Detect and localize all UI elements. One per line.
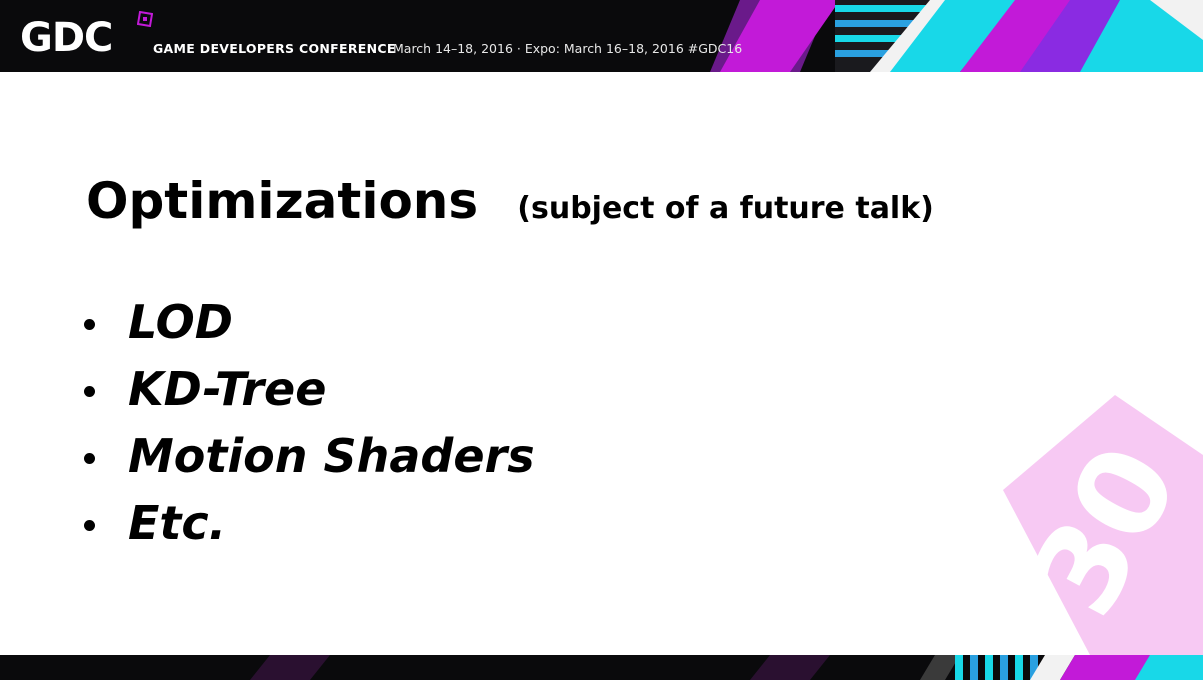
bullet-list: LOD KD-Tree Motion Shaders Etc. xyxy=(84,288,535,556)
gdc-30-watermark-icon: 30 xyxy=(1003,395,1203,655)
conference-name: GAME DEVELOPERS CONFERENCE xyxy=(153,41,396,56)
footer-decoration xyxy=(250,655,1203,680)
header-decoration xyxy=(710,0,1203,72)
bullet-dot-icon xyxy=(84,520,95,531)
bullet-item: Motion Shaders xyxy=(84,422,535,489)
conference-dates: March 14–18, 2016 · Expo: March 16–18, 2… xyxy=(393,41,743,56)
bullet-item: Etc. xyxy=(84,489,535,556)
bullet-text: LOD xyxy=(128,294,233,349)
bullet-dot-icon xyxy=(84,453,95,464)
gdc-badge-icon xyxy=(137,11,153,27)
slide-subtitle: (subject of a future talk) xyxy=(517,191,934,226)
bullet-item: LOD xyxy=(84,288,535,355)
slide: GDC GAME DEVELOPERS CONFERENCE March 14–… xyxy=(0,0,1203,680)
footer-banner xyxy=(0,655,1203,680)
bullet-item: KD-Tree xyxy=(84,355,535,422)
bullet-text: KD-Tree xyxy=(128,361,327,416)
bullet-text: Etc. xyxy=(128,495,227,550)
bullet-text: Motion Shaders xyxy=(128,428,535,483)
slide-title-row: Optimizations (subject of a future talk) xyxy=(86,172,934,230)
bullet-dot-icon xyxy=(84,319,95,330)
bullet-dot-icon xyxy=(84,386,95,397)
slide-title: Optimizations xyxy=(86,172,479,230)
gdc-logo: GDC xyxy=(20,15,113,61)
header-banner: GDC GAME DEVELOPERS CONFERENCE March 14–… xyxy=(0,0,1203,72)
